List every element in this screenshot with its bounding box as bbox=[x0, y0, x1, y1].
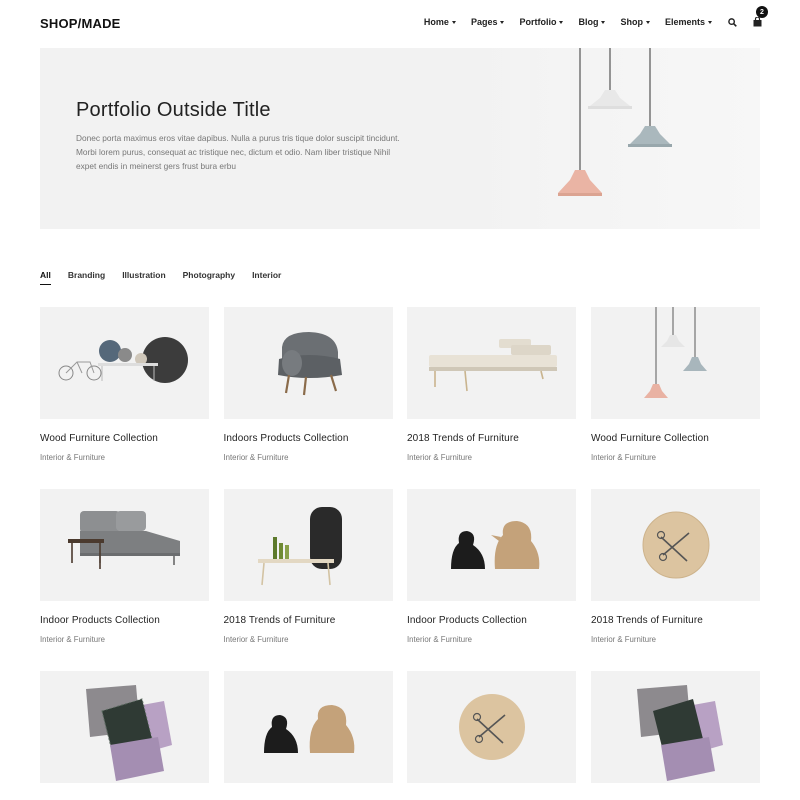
portfolio-card[interactable] bbox=[591, 671, 760, 783]
portfolio-card[interactable]: Indoors Products Collection Interior & F… bbox=[223, 307, 393, 462]
filter-illustration[interactable]: Illustration bbox=[122, 270, 165, 285]
nav-item-elements[interactable]: Elements bbox=[665, 17, 712, 27]
page-title: Portfolio Outside Title bbox=[76, 99, 271, 121]
card-title[interactable]: Indoors Products Collection bbox=[224, 433, 349, 444]
card-title[interactable]: Indoor Products Collection bbox=[40, 615, 160, 626]
card-category[interactable]: Interior & Furniture bbox=[591, 635, 656, 644]
nav-label: Home bbox=[423, 17, 449, 27]
caret-down-icon bbox=[708, 20, 712, 24]
cushions-image bbox=[591, 671, 760, 783]
portfolio-card[interactable]: 2018 Trends of Furniture Interior & Furn… bbox=[223, 489, 393, 644]
portfolio-card[interactable]: 2018 Trends of Furniture Interior & Furn… bbox=[407, 307, 576, 462]
portfolio-card[interactable]: Indoor Products Collection Interior & Fu… bbox=[40, 489, 209, 644]
cart-count-badge: 2 bbox=[756, 6, 768, 18]
card-title[interactable]: Wood Furniture Collection bbox=[591, 433, 709, 444]
search-icon[interactable] bbox=[728, 17, 737, 27]
nav-label: Elements bbox=[664, 17, 705, 27]
site-header: SHOP/MADE Home Pages Portfolio Blog Shop… bbox=[0, 0, 800, 48]
filter-branding[interactable]: Branding bbox=[68, 270, 105, 285]
card-category[interactable]: Interior & Furniture bbox=[224, 453, 289, 462]
portfolio-card[interactable] bbox=[407, 671, 576, 783]
bicycle-table-discs-image bbox=[40, 307, 209, 419]
filter-interior[interactable]: Interior bbox=[252, 270, 281, 285]
nav-label: Pages bbox=[470, 17, 498, 27]
cushions-image bbox=[40, 671, 209, 783]
daybed-image bbox=[407, 307, 576, 419]
bird-figures-image bbox=[223, 671, 393, 783]
card-category[interactable]: Interior & Furniture bbox=[407, 453, 472, 462]
portfolio-card[interactable]: Wood Furniture Collection Interior & Fur… bbox=[40, 307, 209, 462]
caret-down-icon bbox=[645, 20, 650, 24]
bench-with-vases-image bbox=[223, 489, 393, 601]
card-category[interactable]: Interior & Furniture bbox=[224, 635, 289, 644]
filter-photography[interactable]: Photography bbox=[183, 270, 235, 285]
nav-item-pages[interactable]: Pages bbox=[471, 17, 505, 27]
main-nav: Home Pages Portfolio Blog Shop Elements … bbox=[409, 6, 768, 27]
card-title[interactable]: Indoor Products Collection bbox=[407, 615, 527, 626]
card-title[interactable]: 2018 Trends of Furniture bbox=[591, 615, 703, 626]
card-title[interactable]: 2018 Trends of Furniture bbox=[224, 615, 336, 626]
wooden-clock-image bbox=[591, 489, 760, 601]
nav-item-blog[interactable]: Blog bbox=[578, 17, 606, 27]
nav-item-home[interactable]: Home bbox=[424, 17, 456, 27]
pendant-lamps-illustration bbox=[460, 48, 760, 229]
card-category[interactable]: Interior & Furniture bbox=[591, 453, 656, 462]
bird-figures-image bbox=[407, 489, 576, 601]
portfolio-card[interactable] bbox=[223, 671, 393, 783]
card-title[interactable]: 2018 Trends of Furniture bbox=[407, 433, 519, 444]
grey-armchair-image bbox=[223, 307, 393, 419]
shopping-bag-icon[interactable]: 2 bbox=[753, 6, 768, 27]
site-logo[interactable]: SHOP/MADE bbox=[40, 16, 121, 31]
card-title[interactable]: Wood Furniture Collection bbox=[40, 433, 158, 444]
filter-all[interactable]: All bbox=[40, 270, 51, 285]
nav-item-shop[interactable]: Shop bbox=[620, 17, 650, 27]
portfolio-card[interactable]: 2018 Trends of Furniture Interior & Furn… bbox=[591, 489, 760, 644]
nav-label: Blog bbox=[578, 17, 599, 27]
caret-down-icon bbox=[601, 20, 606, 24]
chaise-sofa-image bbox=[40, 489, 209, 601]
caret-down-icon bbox=[451, 20, 456, 24]
portfolio-card[interactable] bbox=[40, 671, 209, 783]
card-category[interactable]: Interior & Furniture bbox=[40, 635, 105, 644]
portfolio-filter-tabs: All Branding Illustration Photography In… bbox=[40, 270, 298, 285]
card-category[interactable]: Interior & Furniture bbox=[407, 635, 472, 644]
hero-banner: Portfolio Outside Title Donec porta maxi… bbox=[40, 48, 760, 229]
card-category[interactable]: Interior & Furniture bbox=[40, 453, 105, 462]
caret-down-icon bbox=[559, 20, 564, 24]
pendant-lamps-image bbox=[591, 307, 760, 419]
caret-down-icon bbox=[500, 20, 505, 24]
portfolio-card[interactable]: Wood Furniture Collection Interior & Fur… bbox=[591, 307, 760, 462]
nav-label: Portfolio bbox=[519, 17, 557, 27]
nav-item-portfolio[interactable]: Portfolio bbox=[519, 17, 564, 27]
portfolio-card[interactable]: Indoor Products Collection Interior & Fu… bbox=[407, 489, 576, 644]
nav-label: Shop bbox=[620, 17, 643, 27]
wooden-clock-image bbox=[407, 671, 576, 783]
hero-description: Donec porta maximus eros vitae dapibus. … bbox=[76, 133, 400, 171]
